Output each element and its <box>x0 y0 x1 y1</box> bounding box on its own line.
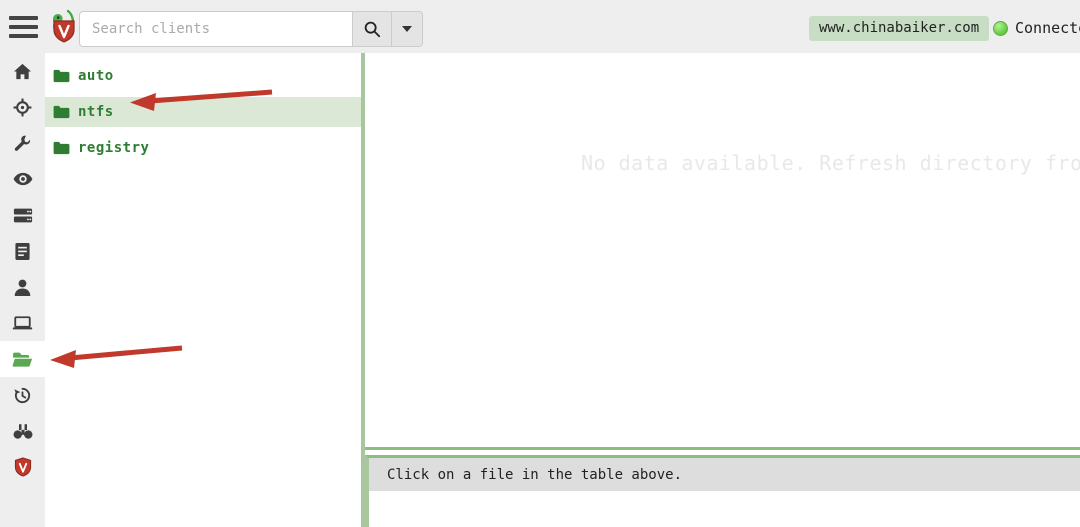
sidebar-item-shield[interactable] <box>0 449 45 485</box>
client-search-group <box>79 11 423 47</box>
folder-open-icon <box>12 351 33 368</box>
hamburger-bar <box>9 16 38 20</box>
file-detail-panel: Click on a file in the table above. <box>365 455 1080 527</box>
server-url-badge: www.chinabaiker.com <box>809 16 990 41</box>
crosshair-icon <box>13 98 32 117</box>
app-root: www.chinabaiker.com Connected <box>0 0 1080 527</box>
sidebar-item-clients[interactable] <box>0 305 45 341</box>
sidebar-item-monitoring[interactable] <box>0 161 45 197</box>
search-input[interactable] <box>79 11 352 47</box>
sidebar-item-tools[interactable] <box>0 125 45 161</box>
sidebar-item-files[interactable] <box>0 341 45 377</box>
sidebar-item-notebooks[interactable] <box>0 233 45 269</box>
binoculars-icon <box>13 423 33 440</box>
hamburger-bar <box>9 25 38 29</box>
detail-panel-hint: Click on a file in the table above. <box>387 466 683 483</box>
eye-icon <box>13 171 33 187</box>
chevron-down-icon[interactable] <box>392 11 423 47</box>
detail-panel-header: Click on a file in the table above. <box>369 458 1080 491</box>
laptop-icon <box>12 315 33 331</box>
file-table-panel: No data available. Refresh directory fro <box>365 53 1080 450</box>
tree-node-label: auto <box>78 68 114 84</box>
tree-top-spacer <box>45 53 362 61</box>
top-header: www.chinabaiker.com Connected <box>0 0 1080 53</box>
book-icon <box>14 242 31 261</box>
hamburger-bar <box>9 34 38 38</box>
sidebar-item-users[interactable] <box>0 269 45 305</box>
sidebar-item-hunts[interactable] <box>0 413 45 449</box>
sidebar-item-servers[interactable] <box>0 197 45 233</box>
tree-node-registry[interactable]: registry <box>45 133 362 163</box>
folder-icon <box>53 141 70 155</box>
wrench-icon <box>13 134 32 153</box>
directory-tree: auto ntfs registry <box>45 53 362 527</box>
velociraptor-logo-icon[interactable] <box>48 8 80 46</box>
shield-v-icon <box>14 457 32 477</box>
tree-node-ntfs[interactable]: ntfs <box>45 97 362 127</box>
connection-status-dot <box>993 21 1008 36</box>
search-icon[interactable] <box>352 11 392 47</box>
home-icon <box>13 62 32 81</box>
folder-icon <box>53 69 70 83</box>
sidebar-icon-rail <box>0 53 45 527</box>
tree-node-label: ntfs <box>78 104 114 120</box>
hamburger-menu-icon[interactable] <box>9 16 38 38</box>
caret-glyph <box>402 26 412 32</box>
person-icon <box>13 278 32 297</box>
tree-node-auto[interactable]: auto <box>45 61 362 91</box>
sidebar-item-targeting[interactable] <box>0 89 45 125</box>
empty-state-message: No data available. Refresh directory fro <box>581 151 1080 175</box>
clock-history-icon <box>13 386 32 405</box>
server-icon <box>13 207 33 224</box>
sidebar-item-home[interactable] <box>0 53 45 89</box>
tree-node-label: registry <box>78 140 150 156</box>
folder-icon <box>53 105 70 119</box>
sidebar-item-history[interactable] <box>0 377 45 413</box>
connection-status-label: Connected <box>1015 19 1080 37</box>
